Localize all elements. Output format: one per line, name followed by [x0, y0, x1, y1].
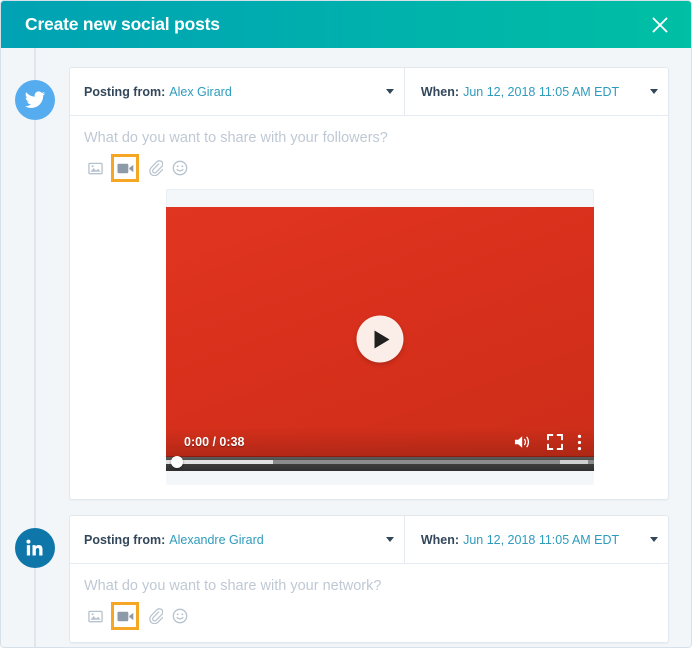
more-options-button[interactable]	[577, 434, 582, 451]
play-icon	[375, 330, 390, 348]
posting-from-label: Posting from:	[84, 85, 165, 99]
when-value: Jun 12, 2018 11:05 AM EDT	[463, 533, 642, 547]
chevron-down-icon	[386, 89, 394, 94]
fullscreen-icon	[547, 434, 563, 450]
posting-from-select[interactable]: Posting from: Alexandre Girard	[70, 516, 405, 563]
post-card-header: Posting from: Alex Girard When: Jun 12, …	[70, 68, 668, 116]
insert-video-button[interactable]	[111, 154, 139, 182]
video-icon	[117, 161, 134, 176]
posting-from-value: Alex Girard	[169, 85, 378, 99]
posting-from-value: Alexandre Girard	[169, 533, 378, 547]
video-progress-bar[interactable]	[166, 456, 594, 471]
network-badge-linkedin	[15, 528, 55, 568]
video-icon	[117, 609, 134, 624]
compose-toolbar	[84, 156, 654, 180]
network-avatar-column	[1, 67, 69, 120]
modal-body: Posting from: Alex Girard When: Jun 12, …	[1, 48, 691, 648]
insert-emoji-button[interactable]	[169, 157, 191, 179]
posting-from-label: Posting from:	[84, 533, 165, 547]
compose-input[interactable]: What do you want to share with your foll…	[84, 129, 654, 147]
compose-toolbar	[84, 604, 654, 628]
image-icon	[88, 609, 103, 624]
compose-area: What do you want to share with your netw…	[70, 564, 668, 642]
paperclip-icon	[148, 160, 163, 176]
video-attachment: 0:00 / 0:38	[166, 189, 594, 485]
when-select[interactable]: When: Jun 12, 2018 11:05 AM EDT	[405, 68, 668, 115]
modal-title: Create new social posts	[25, 14, 645, 35]
attach-file-button[interactable]	[144, 157, 166, 179]
insert-image-button[interactable]	[84, 157, 106, 179]
video-top-strip	[166, 189, 594, 207]
video-controls-bar: 0:00 / 0:38	[166, 427, 594, 457]
more-options-icon	[577, 434, 582, 451]
when-value: Jun 12, 2018 11:05 AM EDT	[463, 85, 642, 99]
insert-video-button[interactable]	[111, 602, 139, 630]
create-social-posts-modal: Create new social posts Posting fr	[0, 0, 692, 648]
compose-input[interactable]: What do you want to share with your netw…	[84, 577, 654, 595]
volume-button[interactable]	[514, 434, 533, 450]
progress-tail	[560, 460, 588, 464]
image-icon	[88, 161, 103, 176]
modal-header: Create new social posts	[1, 1, 691, 48]
emoji-icon	[172, 608, 188, 624]
post-row: Posting from: Alexandre Girard When: Jun…	[1, 500, 691, 643]
post-card-linkedin: Posting from: Alexandre Girard When: Jun…	[69, 515, 669, 643]
when-select[interactable]: When: Jun 12, 2018 11:05 AM EDT	[405, 516, 668, 563]
network-avatar-column	[1, 515, 69, 568]
linkedin-icon	[25, 538, 45, 558]
chevron-down-icon	[386, 537, 394, 542]
progress-handle[interactable]	[171, 456, 183, 468]
post-card-header: Posting from: Alexandre Girard When: Jun…	[70, 516, 668, 564]
video-player[interactable]: 0:00 / 0:38	[166, 207, 594, 471]
close-icon	[650, 15, 670, 35]
fullscreen-button[interactable]	[547, 434, 563, 450]
volume-icon	[514, 434, 533, 450]
network-badge-twitter	[15, 80, 55, 120]
emoji-icon	[172, 160, 188, 176]
compose-area: What do you want to share with your foll…	[70, 116, 668, 499]
video-bottom-padding	[166, 471, 594, 485]
chevron-down-icon	[650, 89, 658, 94]
post-row: Posting from: Alex Girard When: Jun 12, …	[1, 48, 691, 500]
twitter-bird-icon	[24, 89, 46, 111]
when-label: When:	[421, 533, 459, 547]
attach-file-button[interactable]	[144, 605, 166, 627]
play-button[interactable]	[357, 316, 404, 363]
chevron-down-icon	[650, 537, 658, 542]
insert-emoji-button[interactable]	[169, 605, 191, 627]
paperclip-icon	[148, 608, 163, 624]
insert-image-button[interactable]	[84, 605, 106, 627]
video-time-display: 0:00 / 0:38	[184, 435, 500, 449]
close-button[interactable]	[645, 10, 675, 40]
when-label: When:	[421, 85, 459, 99]
posting-from-select[interactable]: Posting from: Alex Girard	[70, 68, 405, 115]
post-card-twitter: Posting from: Alex Girard When: Jun 12, …	[69, 67, 669, 500]
